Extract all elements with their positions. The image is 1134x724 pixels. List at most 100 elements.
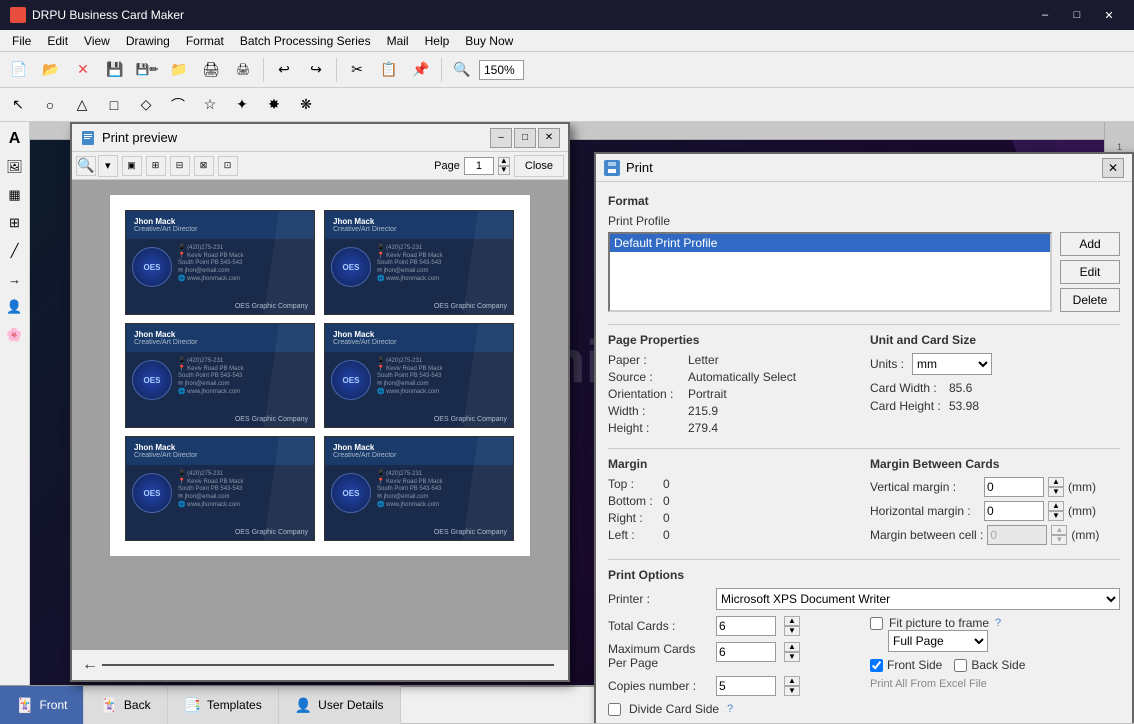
- edit-profile-button[interactable]: Edit: [1060, 260, 1120, 284]
- star4-tool[interactable]: ✦: [228, 92, 256, 118]
- tab-back[interactable]: 🃏 Back: [84, 686, 167, 724]
- profile-list[interactable]: Default Print Profile: [608, 232, 1052, 312]
- view-fit[interactable]: ⊡: [218, 156, 238, 176]
- copies-down[interactable]: ▼: [784, 686, 800, 696]
- copies-input[interactable]: [716, 676, 776, 696]
- preview-maximize[interactable]: □: [514, 128, 536, 148]
- total-cards-up[interactable]: ▲: [784, 616, 800, 626]
- open-button[interactable]: 📂: [36, 56, 66, 84]
- page-down[interactable]: ▼: [498, 166, 510, 175]
- dialog-close-button[interactable]: ✕: [1102, 158, 1124, 178]
- close-doc-button[interactable]: ✕: [68, 56, 98, 84]
- card3-logo: OES: [132, 360, 172, 400]
- text-tool[interactable]: A: [2, 126, 28, 152]
- total-cards-input[interactable]: [716, 616, 776, 636]
- arrow-tool[interactable]: →: [2, 266, 28, 292]
- printer-select[interactable]: Microsoft XPS Document Writer: [716, 588, 1120, 610]
- total-cards-down[interactable]: ▼: [784, 626, 800, 636]
- divide-card-checkbox[interactable]: [608, 703, 621, 716]
- page-number-input[interactable]: 1: [464, 157, 494, 175]
- triangle-tool[interactable]: △: [68, 92, 96, 118]
- image-tool[interactable]: 🖼: [2, 154, 28, 180]
- divide-card-help[interactable]: ?: [727, 703, 733, 715]
- copy-button[interactable]: 📋: [374, 56, 404, 84]
- view-triple[interactable]: ⊟: [170, 156, 190, 176]
- menu-help[interactable]: Help: [417, 32, 458, 50]
- print-button[interactable]: 🖨: [196, 56, 226, 84]
- import-button[interactable]: 📁: [164, 56, 194, 84]
- zoom-in-button[interactable]: 🔍: [76, 156, 96, 176]
- add-profile-button[interactable]: Add: [1060, 232, 1120, 256]
- view-single[interactable]: ▣: [122, 156, 142, 176]
- top-margin-key: Top :: [608, 477, 663, 491]
- line-tool[interactable]: ╱: [2, 238, 28, 264]
- back-side-checkbox[interactable]: [954, 659, 967, 672]
- units-select[interactable]: mm in cm: [912, 353, 992, 375]
- zoom-out-button[interactable]: 🔍: [447, 56, 477, 84]
- close-button[interactable]: ✕: [1094, 5, 1124, 25]
- menu-drawing[interactable]: Drawing: [118, 32, 178, 50]
- vertical-margin-input[interactable]: [984, 477, 1044, 497]
- star5-tool[interactable]: ☆: [196, 92, 224, 118]
- cell-margin-input[interactable]: [987, 525, 1047, 545]
- copies-up[interactable]: ▲: [784, 676, 800, 686]
- redo-button[interactable]: ↪: [301, 56, 331, 84]
- close-preview-button[interactable]: Close: [514, 155, 564, 177]
- qr-tool[interactable]: ⊞: [2, 210, 28, 236]
- tab-user-details[interactable]: 👤 User Details: [279, 686, 401, 724]
- cell-up[interactable]: ▲: [1051, 525, 1067, 535]
- fit-picture-help[interactable]: ?: [995, 617, 1001, 629]
- menu-edit[interactable]: Edit: [39, 32, 76, 50]
- undo-button[interactable]: ↩: [269, 56, 299, 84]
- save-button[interactable]: 💾: [100, 56, 130, 84]
- max-cards-down[interactable]: ▼: [784, 652, 800, 662]
- cell-down[interactable]: ▼: [1051, 535, 1067, 545]
- view-double[interactable]: ⊞: [146, 156, 166, 176]
- front-side-checkbox[interactable]: [870, 659, 883, 672]
- barcode-tool[interactable]: ▦: [2, 182, 28, 208]
- zoom-input[interactable]: 150%: [479, 60, 524, 80]
- new-button[interactable]: 📄: [4, 56, 34, 84]
- preview-minimize[interactable]: –: [490, 128, 512, 148]
- rect-tool[interactable]: □: [100, 92, 128, 118]
- divider2: [608, 448, 1120, 449]
- menu-format[interactable]: Format: [178, 32, 232, 50]
- menu-view[interactable]: View: [76, 32, 118, 50]
- circle-tool[interactable]: ○: [36, 92, 64, 118]
- card-height-key: Card Height :: [870, 399, 945, 413]
- menu-mail[interactable]: Mail: [379, 32, 417, 50]
- minimize-button[interactable]: –: [1030, 5, 1060, 25]
- tab-front[interactable]: 🃏 Front: [0, 686, 84, 724]
- tab-templates[interactable]: 📑 Templates: [168, 686, 279, 724]
- delete-profile-button[interactable]: Delete: [1060, 288, 1120, 312]
- max-cards-input[interactable]: [716, 642, 776, 662]
- photo-tool[interactable]: 👤: [2, 294, 28, 320]
- flower-tool[interactable]: ❋: [292, 92, 320, 118]
- paste-button[interactable]: 📌: [406, 56, 436, 84]
- horizontal-margin-input[interactable]: [984, 501, 1044, 521]
- menu-batch[interactable]: Batch Processing Series: [232, 32, 379, 50]
- diamond-tool[interactable]: ◇: [132, 92, 160, 118]
- zoom-dropdown[interactable]: ▾: [98, 155, 118, 177]
- print2-button[interactable]: 🖨: [228, 56, 258, 84]
- full-page-select[interactable]: Full Page: [888, 630, 988, 652]
- clip-art-tool[interactable]: 🌸: [2, 322, 28, 348]
- maximize-button[interactable]: □: [1062, 5, 1092, 25]
- profile-item-default[interactable]: Default Print Profile: [610, 234, 1050, 252]
- view-quad[interactable]: ⊠: [194, 156, 214, 176]
- horizontal-up[interactable]: ▲: [1048, 501, 1064, 511]
- menu-buy[interactable]: Buy Now: [457, 32, 521, 50]
- horizontal-down[interactable]: ▼: [1048, 511, 1064, 521]
- burst-tool[interactable]: ✸: [260, 92, 288, 118]
- pointer-tool[interactable]: ↖: [4, 92, 32, 118]
- cut-button[interactable]: ✂: [342, 56, 372, 84]
- save-as-button[interactable]: 💾✏: [132, 56, 162, 84]
- max-cards-up[interactable]: ▲: [784, 642, 800, 652]
- top-margin-val: 0: [663, 477, 670, 491]
- menu-file[interactable]: File: [4, 32, 39, 50]
- fit-picture-checkbox[interactable]: [870, 617, 883, 630]
- vertical-up[interactable]: ▲: [1048, 477, 1064, 487]
- curve-tool[interactable]: ⌒: [164, 92, 192, 118]
- preview-close[interactable]: ✕: [538, 128, 560, 148]
- vertical-down[interactable]: ▼: [1048, 487, 1064, 497]
